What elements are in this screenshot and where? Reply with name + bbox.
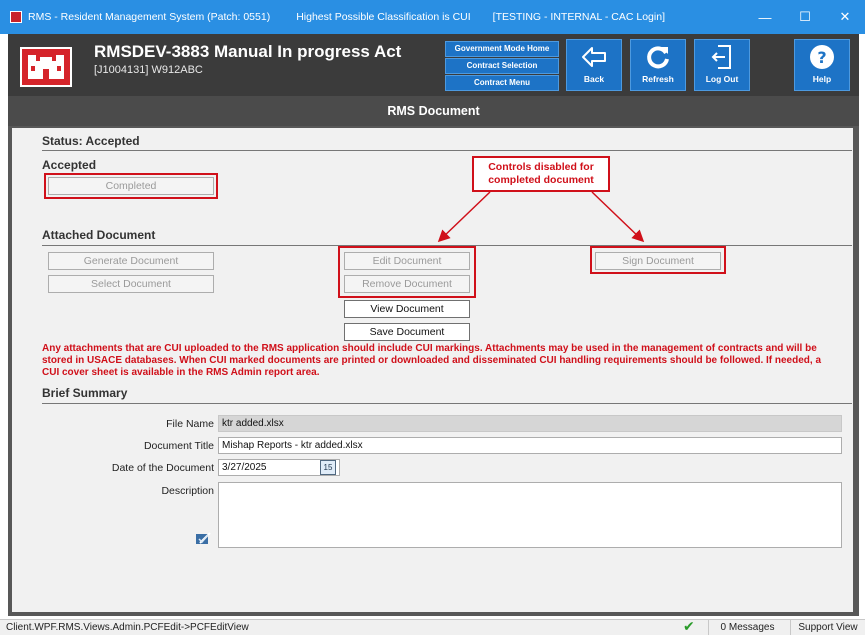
- generate-document-button[interactable]: Generate Document: [48, 252, 214, 270]
- file-name-label: File Name: [166, 418, 214, 430]
- window-title: RMS - Resident Management System (Patch:…: [28, 11, 271, 23]
- app-logo-icon: [10, 11, 22, 23]
- date-label: Date of the Document: [111, 462, 214, 474]
- logout-label: Log Out: [705, 74, 739, 84]
- document-title-field[interactable]: Mishap Reports - ktr added.xlsx: [218, 437, 842, 454]
- app-frame: RMSDEV-3883 Manual In progress Act [J100…: [8, 34, 859, 616]
- view-document-button[interactable]: View Document: [344, 300, 470, 318]
- help-button[interactable]: ? Help: [794, 39, 850, 91]
- edit-remove-highlight: [338, 246, 476, 298]
- cui-warning-text: Any attachments that are CUI uploaded to…: [42, 343, 822, 378]
- svg-text:?: ?: [817, 48, 826, 67]
- refresh-label: Refresh: [642, 74, 674, 84]
- main-content: Status: Accepted Accepted Completed Cont…: [12, 128, 853, 612]
- save-document-button[interactable]: Save Document: [344, 323, 470, 341]
- page-title: RMSDEV-3883 Manual In progress Act: [94, 42, 402, 61]
- view-path: Client.WPF.RMS.Views.Admin.PCFEdit->PCFE…: [6, 622, 249, 633]
- nav-stack: Government Mode Home Contract Selection …: [445, 41, 559, 92]
- document-title-bar: RMS Document: [8, 96, 859, 126]
- document-title-label: Document Title: [143, 440, 214, 452]
- summary-divider: [42, 403, 852, 404]
- logout-button[interactable]: Log Out: [694, 39, 750, 91]
- government-mode-home-button[interactable]: Government Mode Home: [445, 41, 559, 57]
- calendar-icon[interactable]: 15: [320, 460, 336, 475]
- status-bar: Client.WPF.RMS.Views.Admin.PCFEdit->PCFE…: [0, 619, 865, 635]
- attached-heading: Attached Document: [42, 228, 156, 242]
- back-arrow-icon: [567, 40, 621, 74]
- maximize-button[interactable]: ☐: [785, 0, 825, 34]
- support-view-button[interactable]: Support View: [790, 620, 865, 635]
- back-button[interactable]: Back: [566, 39, 622, 91]
- minimize-button[interactable]: —: [745, 0, 785, 34]
- window-controls: — ☐ ✕: [745, 0, 865, 34]
- messages-button[interactable]: 0 Messages: [708, 620, 786, 635]
- classification-label: Highest Possible Classification is CUI: [296, 11, 471, 23]
- description-textarea[interactable]: [218, 482, 842, 548]
- usace-castle-logo-icon: [20, 47, 72, 87]
- help-label: Help: [812, 74, 832, 84]
- contract-menu-button[interactable]: Contract Menu: [445, 75, 559, 91]
- refresh-icon: [631, 40, 685, 74]
- callout-arrow-sign: [591, 191, 645, 243]
- spell-check-icon[interactable]: [196, 532, 212, 549]
- logout-icon: [695, 40, 749, 74]
- environment-label: [TESTING - INTERNAL - CAC Login]: [492, 11, 665, 23]
- brief-summary-heading: Brief Summary: [42, 386, 128, 400]
- checkmark-icon: ✔: [683, 618, 695, 634]
- contract-subtitle: [J1004131] W912ABC: [94, 64, 203, 76]
- contract-selection-button[interactable]: Contract Selection: [445, 58, 559, 74]
- sign-highlight: [590, 246, 726, 274]
- refresh-button[interactable]: Refresh: [630, 39, 686, 91]
- close-button[interactable]: ✕: [825, 0, 865, 34]
- window-titlebar: RMS - Resident Management System (Patch:…: [0, 0, 865, 34]
- help-icon: ?: [795, 40, 849, 74]
- select-document-button[interactable]: Select Document: [48, 275, 214, 293]
- description-label: Description: [161, 485, 214, 497]
- callout-arrow-edit: [437, 191, 491, 243]
- file-name-field: ktr added.xlsx: [218, 415, 842, 432]
- app-header: RMSDEV-3883 Manual In progress Act [J100…: [8, 34, 859, 96]
- back-label: Back: [583, 74, 605, 84]
